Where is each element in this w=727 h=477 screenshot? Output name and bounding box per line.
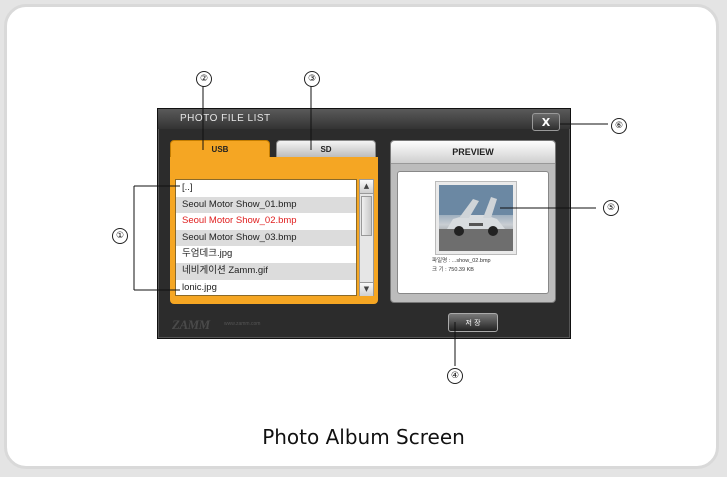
callout-5: ⑤ xyxy=(603,200,619,216)
callout-4: ④ xyxy=(447,368,463,384)
callout-3: ③ xyxy=(304,71,320,87)
callout-6: ⑥ xyxy=(611,118,627,134)
figure-caption: Photo Album Screen xyxy=(262,425,465,449)
callout-lines xyxy=(133,86,608,366)
callout-1: ① xyxy=(112,228,128,244)
callout-2: ② xyxy=(196,71,212,87)
